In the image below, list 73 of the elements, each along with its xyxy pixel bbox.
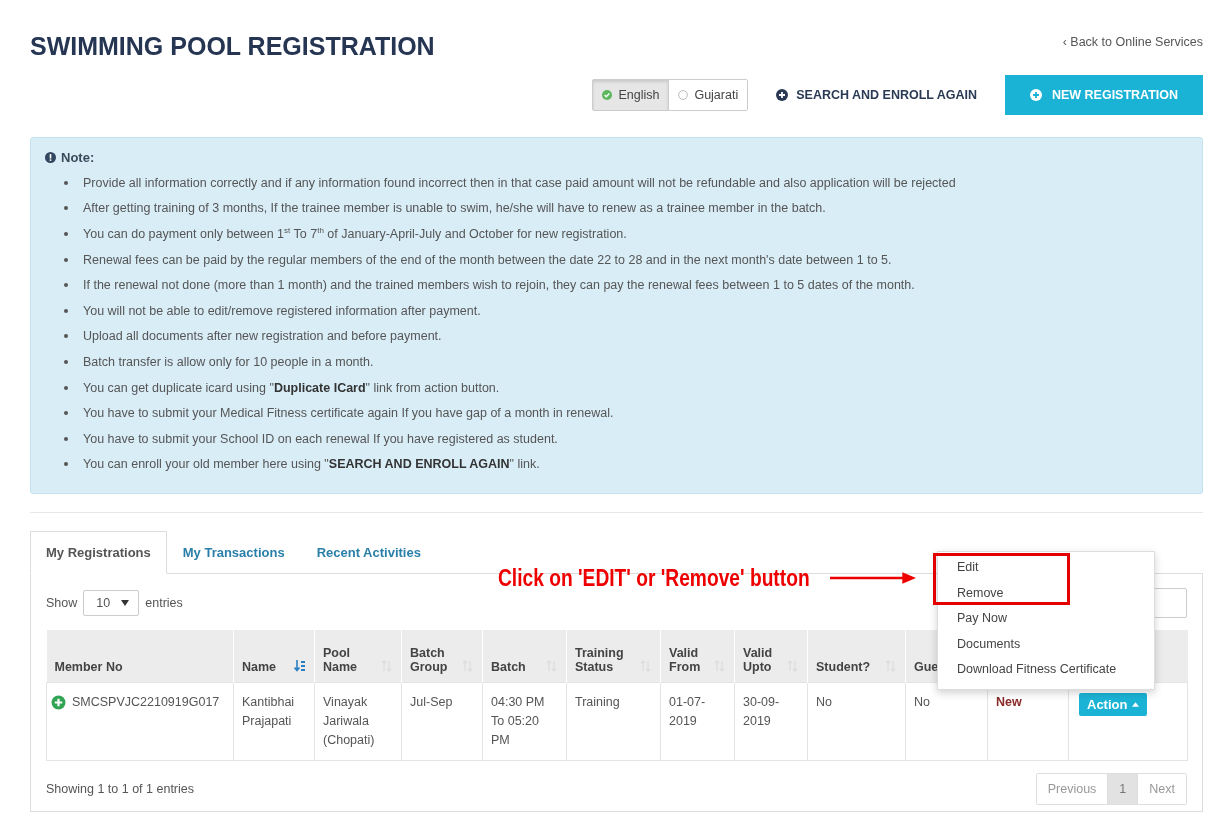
radio-icon [678,90,689,100]
note-text: You can get duplicate icard using "Duplicate ICard" link from action button. [83,380,500,395]
entries-label: entries [145,596,183,611]
bullet-icon [64,180,68,185]
menu-item[interactable]: Pay Now [938,606,1154,632]
radio-icon [602,90,613,100]
bullet-icon [64,436,68,441]
bullet-icon [64,411,68,416]
column-header[interactable]: Pool Name [314,630,402,683]
column-header[interactable]: Valid Upto [734,630,808,683]
bullet-icon [64,257,68,262]
menu-item[interactable]: Download Fitness Certificate [938,657,1154,683]
table-cell: Jul-Sep [410,695,453,710]
entries-select[interactable]: 10 [83,590,140,617]
column-header[interactable]: Valid From [660,630,735,683]
table-cell: No [816,695,832,710]
table-cell-text: SMCSPVJC2210919G017 [72,694,220,712]
bullet-icon [64,334,68,339]
table-cell: No [914,695,930,710]
note-text: If the renewal not done (more than 1 month) and the trained members wish to rejoin, they can pay the renewal fees between 1 to 5 dates of the month. [83,278,915,293]
note-text: You have to submit your Medical Fitness certificate again If you have gap of a month in renewal. [83,406,614,421]
bullet-icon [64,206,68,211]
menu-item[interactable]: Remove [938,580,1154,607]
table-info: Showing 1 to 1 of 1 entries [46,782,194,797]
note-text: Upload all documents after new registration and before payment. [83,329,442,344]
column-header[interactable]: Batch [482,630,567,683]
tab[interactable]: Recent Activities [300,531,437,575]
note-text: You will not be able to edit/remove registered information after payment. [83,303,481,318]
expand-icon[interactable] [51,695,66,711]
menu-item[interactable]: Documents [938,631,1154,658]
status-label: New [996,695,1022,710]
caret-up-icon [1132,702,1140,708]
note-text: You have to submit your School ID on each renewal If you have registered as student. [83,431,558,446]
language-toggle[interactable]: English [593,80,669,110]
bullet-icon [64,283,68,288]
note-text: You can enroll your old member here using "SEARCH AND ENROLL AGAIN" link. [83,457,540,472]
bullet-icon [64,308,68,313]
bullet-icon [64,232,68,236]
note-text: Renewal fees can be paid by the regular members of the end of the month between the date 22 to 28 and in the next month's date between 1 to 5. [83,252,892,267]
column-header[interactable]: Batch Group [401,630,483,683]
table-cell: 04:30 PM To 05:20 PM [491,695,545,748]
plus-circle-icon [776,89,789,101]
search-enroll-button[interactable]: SEARCH AND ENROLL AGAIN [776,88,977,102]
table-cell: 30-09-2019 [743,695,780,729]
note-text: After getting training of 3 months, If the trainee member is unable to swim, he/she will have to renew as a trainee member in the batch. [83,201,826,216]
arrow-icon [829,571,916,586]
caret-down-icon [121,600,130,607]
table-cell: 01-07-2019 [669,695,706,729]
note-title: Note: [61,150,95,165]
plus-circle-icon [1029,89,1042,101]
tab[interactable]: My Transactions [166,531,301,575]
table-cell: Kantibhai Prajapati [242,695,295,729]
column-header[interactable]: Member No [46,630,234,683]
column-header[interactable]: Name [233,630,315,683]
note-text: Provide all information correctly and if any information found incorrect then in that case paid amount will not be refundable and also application will be rejected [83,175,956,190]
column-header[interactable]: Student? [807,630,906,683]
table-cell: Vinayak Jariwala (Chopati) [323,695,375,748]
bullet-icon [64,385,68,390]
annotation-text: Click on 'EDIT' or 'Remove' button [498,564,810,593]
menu-item[interactable]: Edit [938,555,1154,581]
bullet-icon [64,462,68,467]
sort-ascending-icon [294,660,306,673]
table-cell: Training [575,695,620,710]
language-toggle[interactable]: Gujarati [668,80,748,110]
page-title: SWIMMING POOL REGISTRATION [30,32,435,61]
show-label: Show [46,596,78,611]
bullet-icon [64,359,68,364]
info-icon [45,152,56,163]
tab[interactable]: My Registrations [30,531,167,575]
back-link[interactable]: ‹ Back to Online Services [1062,34,1203,49]
column-header[interactable]: Training Status [566,630,661,683]
note-text: Batch transfer is allow only for 10 people in a month. [83,354,374,369]
note-text: You can do payment only between 1$^{st}$ To 7$^{th}$ of January-April-July and October for new registration. [83,226,627,242]
